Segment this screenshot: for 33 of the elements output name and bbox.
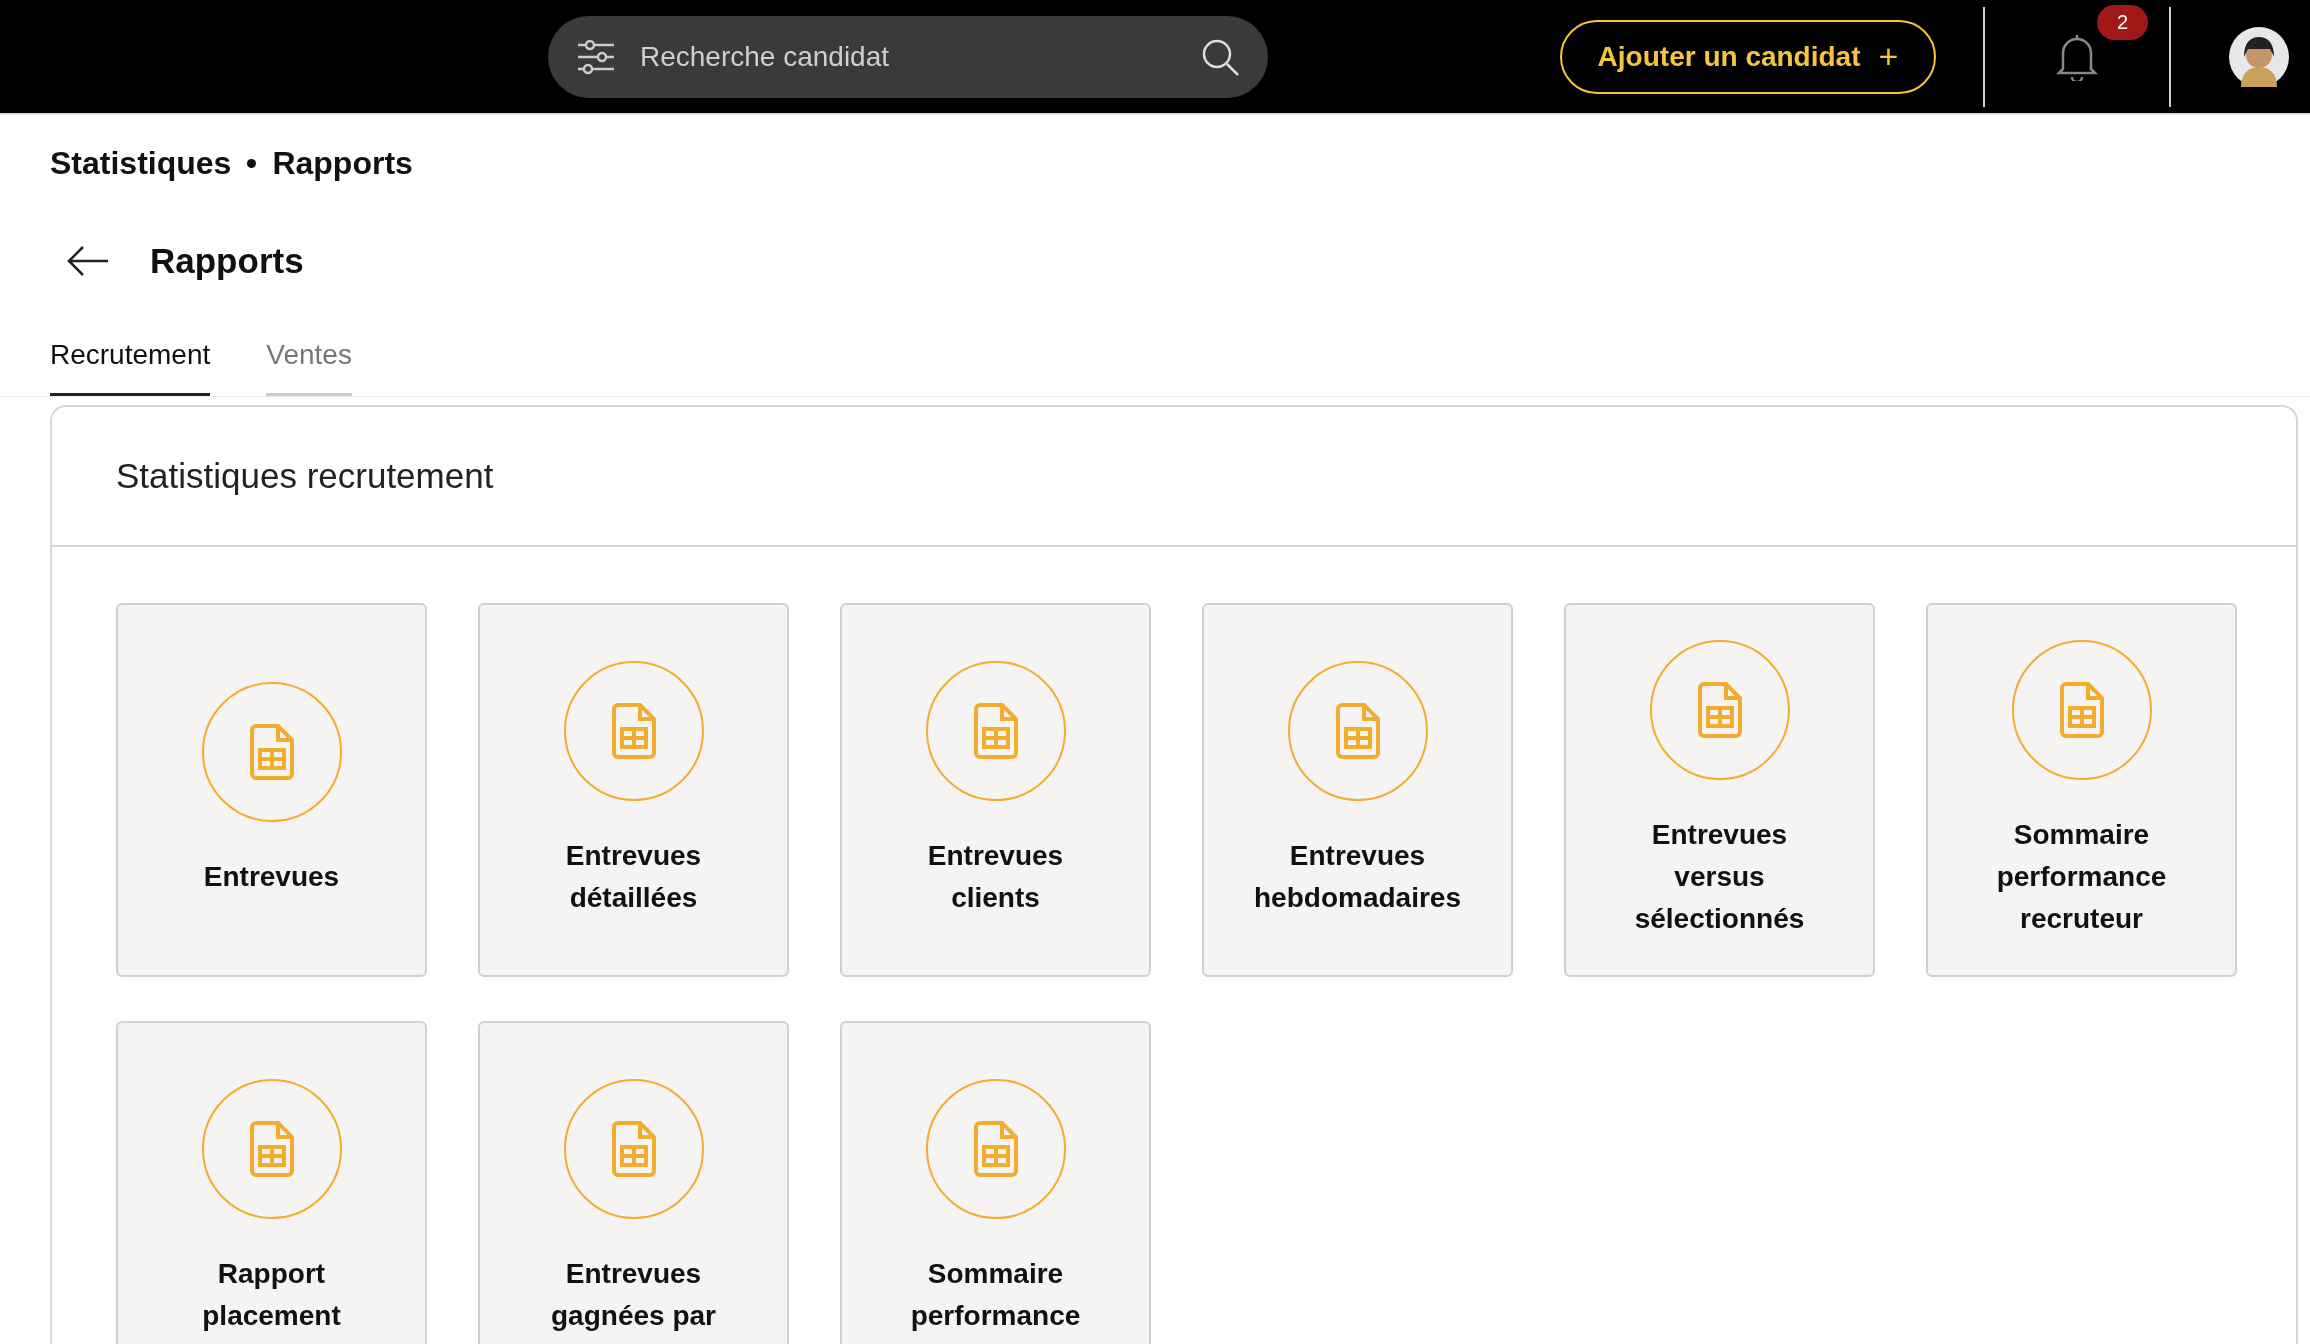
tab[interactable]: Recrutement [50,339,211,396]
panel-title: Statistiques recrutement [116,456,494,496]
report-card[interactable]: Sommaire performance recruteur [1926,603,2237,977]
spreadsheet-file-icon [611,1121,656,1177]
spreadsheet-file-icon [249,724,294,780]
search-bar[interactable]: Recherche candidat [548,15,1268,98]
report-card[interactable]: Entrevues détaillées [478,603,789,977]
breadcrumb-link[interactable]: Rapports [272,144,413,182]
report-card[interactable]: Entrevues versus sélectionnés [1564,603,1875,977]
search-input[interactable]: Recherche candidat [638,39,1178,74]
spreadsheet-file-icon [2059,682,2104,738]
add-candidate-button[interactable]: Ajouter un candidat + [1560,19,1936,94]
spreadsheet-file-icon [973,1121,1018,1177]
report-card[interactable]: Entrevues hebdomadaires [1202,603,1513,977]
spreadsheet-file-icon [973,703,1018,759]
avatar[interactable] [2229,26,2289,87]
report-card[interactable]: Entrevues gagnées par [478,1021,789,1344]
page-title: Rapports [150,241,304,281]
report-card[interactable]: Entrevues clients [840,603,1151,977]
report-card[interactable]: Entrevues [116,603,427,977]
breadcrumb-link[interactable]: Statistiques [50,144,232,182]
tab[interactable]: Ventes [266,339,352,396]
back-button[interactable] [66,245,110,277]
spreadsheet-file-icon [1335,703,1380,759]
spreadsheet-file-icon [611,703,656,759]
report-card[interactable]: Rapport placement [116,1021,427,1344]
breadcrumb-separator [247,158,257,168]
notification-badge: 2 [2097,4,2149,40]
spreadsheet-file-icon [1697,682,1742,738]
spreadsheet-file-icon [249,1121,294,1177]
report-card[interactable]: Sommaire performance [840,1021,1151,1344]
filter-icon[interactable] [576,38,616,75]
bell-icon[interactable] [2055,32,2099,81]
